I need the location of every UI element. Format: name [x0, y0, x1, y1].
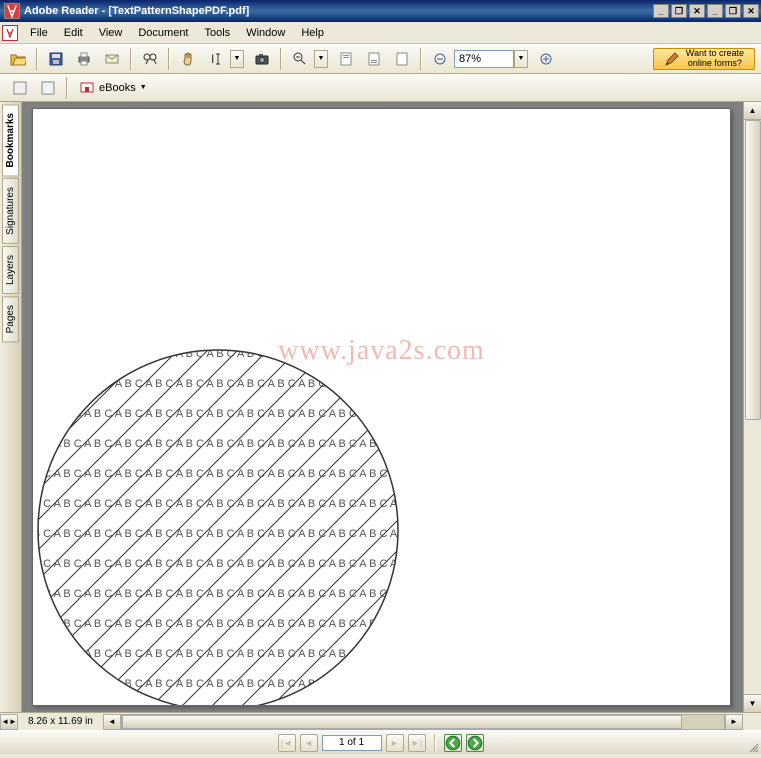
menu-bar: File Edit View Document Tools Window Hel… [0, 22, 761, 44]
hscroll-thumb[interactable] [122, 715, 682, 729]
svg-text:A B C A B C A B C A B C A B C: A B C A B C A B C A B C A B C A B C A B … [33, 588, 403, 600]
print-button[interactable] [72, 47, 96, 71]
content-area: Bookmarks Signatures Layers Pages www.ja… [0, 102, 761, 712]
horizontal-scrollbar[interactable] [121, 714, 725, 730]
svg-text:I: I [211, 52, 214, 66]
sidebar-tab-layers[interactable]: Layers [2, 246, 19, 294]
zoom-preset-dropdown[interactable]: ▼ [514, 50, 528, 68]
pdf-page: www.java2s.com A B C A B C A B C A B C A… [32, 108, 731, 706]
svg-text:A B C A B C A B C A B C A B C: A B C A B C A B C A B C A B C A B C A B … [33, 528, 403, 540]
menu-tools[interactable]: Tools [197, 25, 239, 41]
sidebar-tab-bookmarks[interactable]: Bookmarks [2, 104, 19, 176]
forms-label-2: online forms? [686, 59, 744, 69]
save-button[interactable] [44, 47, 68, 71]
prev-page-nav-button[interactable]: ◄ [300, 734, 318, 752]
status-scroll-row: ◄► 8.26 x 11.69 in ◄ ► [0, 712, 761, 730]
ebooks-label: eBooks [99, 82, 136, 94]
menu-help[interactable]: Help [293, 25, 332, 41]
scroll-down-button[interactable]: ▼ [744, 694, 761, 712]
select-dropdown[interactable]: ▼ [230, 50, 244, 68]
separator [130, 48, 132, 70]
sidebar-tab-signatures[interactable]: Signatures [2, 178, 19, 244]
secondary-toolbar: eBooks ▼ [0, 74, 761, 102]
window-buttons: _ ❐ ✕ _ ❐ ✕ [653, 4, 761, 18]
zoom-plus-button[interactable] [534, 47, 558, 71]
ebooks-icon [79, 80, 95, 96]
zoom-minus-button[interactable] [428, 47, 452, 71]
create-forms-button[interactable]: Want to create online forms? [653, 48, 755, 70]
separator [66, 77, 68, 99]
menu-window[interactable]: Window [238, 25, 293, 41]
menu-document[interactable]: Document [130, 25, 196, 41]
title-bar: Adobe Reader - [TextPatternShapePDF.pdf]… [0, 0, 761, 22]
restore-button[interactable]: ❐ [671, 4, 687, 18]
email-button[interactable] [100, 47, 124, 71]
child-restore-button[interactable]: ❐ [725, 4, 741, 18]
separator [434, 734, 436, 752]
app-icon [4, 3, 20, 19]
next-page-button[interactable] [362, 47, 386, 71]
page-nav-bar: |◄ ◄ ► ►| [0, 730, 761, 754]
svg-text:A B C A B C A B C A B C A B C: A B C A B C A B C A B C A B C A B C A B … [33, 678, 403, 690]
menu-view[interactable]: View [91, 25, 131, 41]
last-page-button[interactable]: ►| [408, 734, 426, 752]
resize-grip[interactable] [747, 740, 759, 752]
nav-sidebar: Bookmarks Signatures Layers Pages [0, 102, 22, 712]
adobe-icon [2, 25, 18, 41]
window-title: Adobe Reader - [TextPatternShapePDF.pdf] [24, 5, 249, 17]
fit-page-button[interactable] [390, 47, 414, 71]
how-to-button[interactable] [8, 76, 32, 100]
snapshot-button[interactable] [250, 47, 274, 71]
hand-tool-button[interactable] [176, 47, 200, 71]
child-close-button[interactable]: ✕ [743, 4, 759, 18]
document-viewport[interactable]: www.java2s.com A B C A B C A B C A B C A… [22, 102, 761, 712]
svg-text:A B C A B C A B C A B C A B C: A B C A B C A B C A B C A B C A B C A B … [33, 498, 403, 510]
pattern-circle: A B C A B C A B C A B C A B C A B C A B … [33, 345, 403, 706]
back-button[interactable] [444, 734, 462, 752]
page-size-label: 8.26 x 11.69 in [18, 716, 103, 727]
page-number-input[interactable] [322, 735, 382, 751]
separator [420, 48, 422, 70]
hscroll-left-button[interactable]: ◄ [103, 714, 121, 730]
zoom-input[interactable] [454, 50, 514, 68]
open-button[interactable] [6, 47, 30, 71]
svg-text:A B C A B C A B C A B C A B C: A B C A B C A B C A B C A B C A B C A B … [33, 618, 403, 630]
scroll-thumb[interactable] [745, 120, 761, 420]
pencil-icon [664, 51, 680, 67]
svg-text:A B C A B C A B C A B C A B C: A B C A B C A B C A B C A B C A B C A B … [33, 468, 403, 480]
sidebar-tab-pages[interactable]: Pages [2, 296, 19, 342]
first-page-button[interactable]: |◄ [278, 734, 296, 752]
text-select-button[interactable]: I [204, 47, 228, 71]
separator [280, 48, 282, 70]
minimize-button[interactable]: _ [653, 4, 669, 18]
prev-page-button[interactable] [334, 47, 358, 71]
separator [36, 48, 38, 70]
forward-button[interactable] [466, 734, 484, 752]
svg-text:A B C A B C A B C A B C A B C: A B C A B C A B C A B C A B C A B C A B … [33, 378, 403, 390]
zoom-dropdown[interactable]: ▼ [314, 50, 328, 68]
child-minimize-button[interactable]: _ [707, 4, 723, 18]
svg-text:A B C A B C A B C A B C A B C: A B C A B C A B C A B C A B C A B C A B … [33, 558, 403, 570]
svg-text:A B C A B C A B C A B C A B C: A B C A B C A B C A B C A B C A B C A B … [33, 438, 403, 450]
how-to-alt-button[interactable] [36, 76, 60, 100]
vertical-scrollbar[interactable]: ▲ ▼ [743, 102, 761, 712]
ebooks-button[interactable]: eBooks ▼ [72, 77, 154, 99]
next-page-nav-button[interactable]: ► [386, 734, 404, 752]
close-button[interactable]: ✕ [689, 4, 705, 18]
separator [168, 48, 170, 70]
chevron-down-icon: ▼ [140, 84, 147, 91]
main-toolbar: I ▼ ▼ ▼ Want to create online forms? [0, 44, 761, 74]
scroll-corner [743, 714, 761, 730]
hscroll-right-button[interactable]: ► [725, 714, 743, 730]
scroll-up-button[interactable]: ▲ [744, 102, 761, 120]
menu-file[interactable]: File [22, 25, 56, 41]
svg-text:A B C A B C A B C A B C A B C: A B C A B C A B C A B C A B C A B C A B … [33, 408, 403, 420]
search-button[interactable] [138, 47, 162, 71]
hscroll-collapse-button[interactable]: ◄► [0, 714, 18, 730]
zoom-out-button[interactable] [288, 47, 312, 71]
menu-edit[interactable]: Edit [56, 25, 91, 41]
